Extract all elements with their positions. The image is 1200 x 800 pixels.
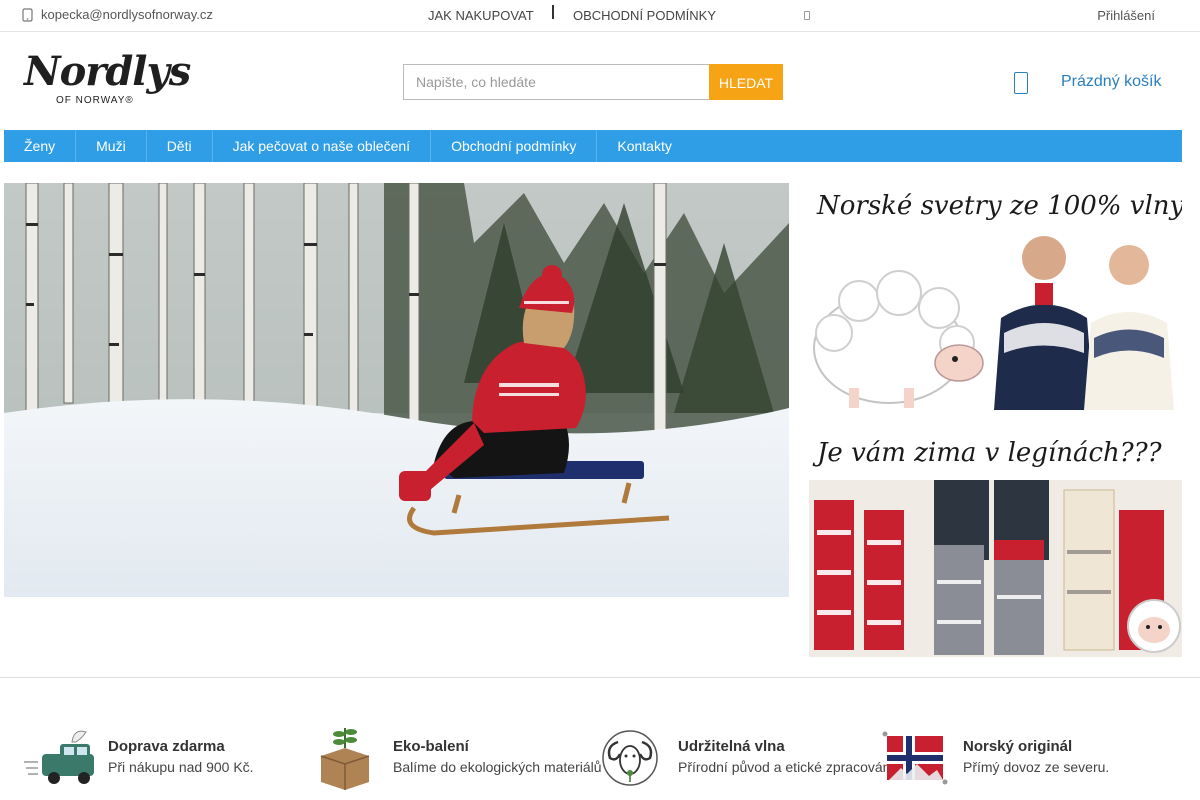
search-bar: HLEDAT	[403, 64, 783, 100]
nav-item-terms[interactable]: Obchodní podmínky	[431, 130, 598, 162]
leggings-banner-text: Je vám zima v legínách???	[817, 438, 1162, 468]
feature-text-block: Eko-balení Balíme do ekologických materi…	[393, 737, 602, 777]
top-bar: kopecka@nordlysofnorway.cz JAK NAKUPOVAT…	[0, 0, 1200, 32]
mobile-icon[interactable]	[804, 11, 810, 20]
feature-description: Při nákupu nad 900 Kč.	[108, 759, 254, 775]
cart-link[interactable]: Prázdný košík	[1061, 73, 1161, 91]
logo-text: Nordlys	[24, 48, 191, 95]
hero-image	[4, 183, 789, 597]
feature-title: Doprava zdarma	[108, 738, 225, 755]
feature-title: Udržitelná vlna	[678, 738, 785, 755]
feature-eco-packaging: Eko-balení Balíme do ekologických materi…	[307, 722, 602, 792]
nav-item-women[interactable]: Ženy	[4, 130, 77, 162]
contact-email[interactable]: kopecka@nordlysofnorway.cz	[22, 7, 213, 22]
feature-description: Přímý dovoz ze severu.	[963, 759, 1110, 775]
sweaters-banner-text: Norské svetry ze 100% vlny	[817, 191, 1182, 221]
feature-description: Přírodní původ a etické zpracování.	[678, 759, 899, 775]
main-nav: Ženy Muži Děti Jak pečovat o naše obleče…	[4, 130, 1182, 162]
nav-item-men[interactable]: Muži	[76, 130, 147, 162]
login-link[interactable]: Přihlášení	[1097, 8, 1155, 23]
topbar-separator	[552, 5, 554, 19]
eco-box-icon	[320, 728, 370, 790]
search-button[interactable]: HLEDAT	[709, 64, 783, 100]
logo-subtitle: OF NORWAY®	[56, 95, 134, 106]
search-input[interactable]	[403, 64, 709, 100]
feature-text-block: Norský originál Přímý dovoz ze severu.	[963, 737, 1109, 777]
nav-item-kids[interactable]: Děti	[147, 130, 213, 162]
delivery-van-icon	[24, 730, 94, 784]
norway-flag-icon	[882, 731, 948, 785]
nav-item-care[interactable]: Jak pečovat o naše oblečení	[213, 130, 432, 162]
nav-item-contacts[interactable]: Kontakty	[597, 130, 691, 162]
contact-email-text: kopecka@nordlysofnorway.cz	[41, 7, 213, 22]
section-divider	[0, 677, 1200, 678]
promo-banner-sweaters[interactable]: Norské svetry ze 100% vlny	[809, 183, 1182, 410]
promo-banner-leggings[interactable]: Je vám zima v legínách???	[809, 430, 1182, 657]
feature-text-block: Doprava zdarma Při nákupu nad 900 Kč.	[108, 737, 254, 777]
logo[interactable]: Nordlys OF NORWAY®	[24, 48, 191, 112]
phone-icon	[22, 7, 33, 22]
cart-icon[interactable]	[1014, 72, 1028, 94]
feature-title: Eko-balení	[393, 738, 469, 755]
feature-title: Norský originál	[963, 738, 1073, 755]
feature-norwegian-original: Norský originál Přímý dovoz ze severu.	[877, 722, 1109, 792]
feature-sustainable-wool: Udržitelná vlna Přírodní původ a etické …	[592, 722, 898, 792]
feature-free-shipping: Doprava zdarma Při nákupu nad 900 Kč.	[22, 722, 254, 792]
link-how-to-buy[interactable]: JAK NAKUPOVAT	[428, 8, 534, 23]
hero-banner[interactable]	[4, 183, 789, 597]
ram-wool-icon	[602, 730, 658, 786]
feature-text-block: Udržitelná vlna Přírodní původ a etické …	[678, 737, 898, 777]
link-terms[interactable]: OBCHODNÍ PODMÍNKY	[573, 8, 716, 23]
feature-description: Balíme do ekologických materiálů	[393, 759, 602, 775]
